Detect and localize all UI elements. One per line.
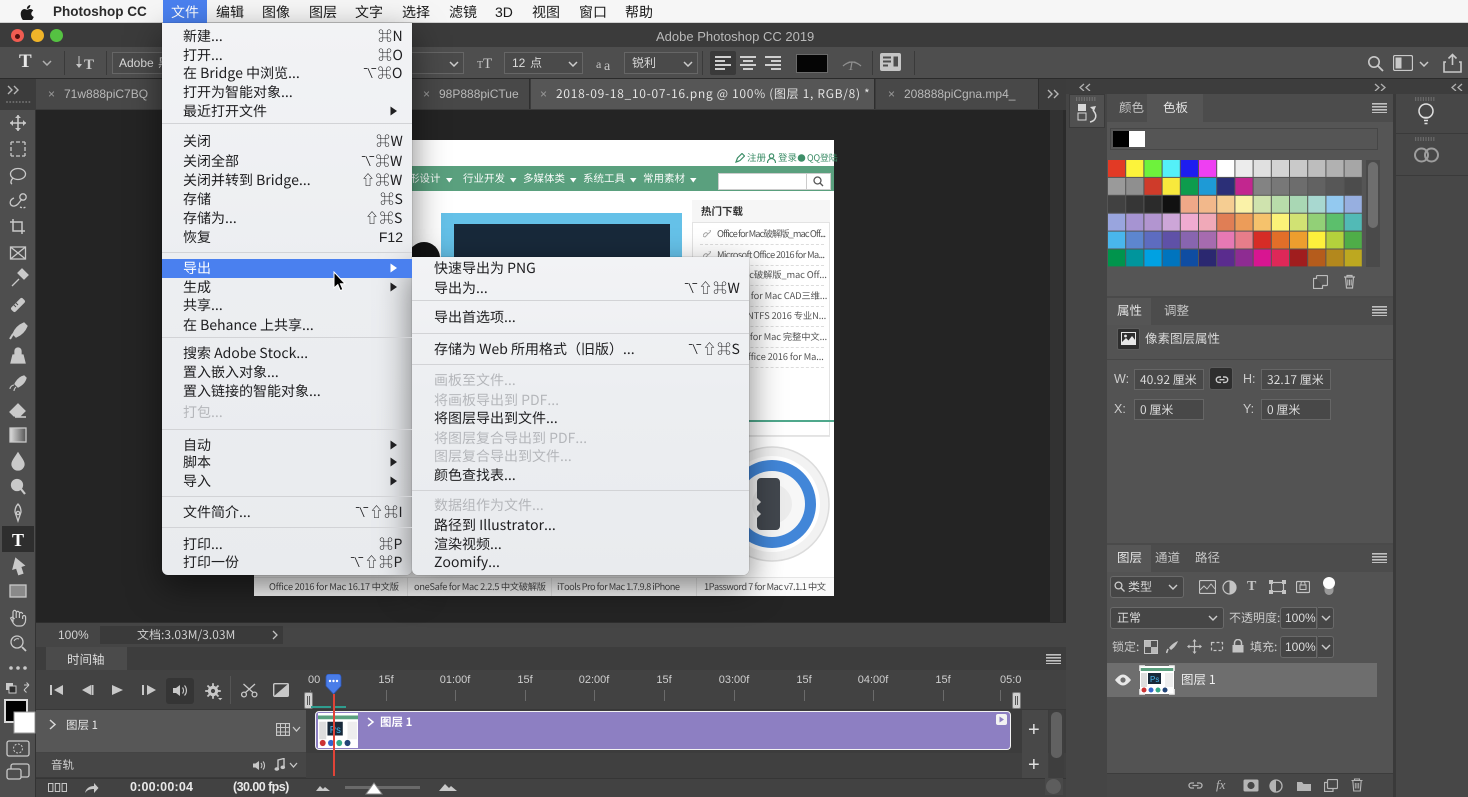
svg-text:Ps: Ps bbox=[330, 725, 341, 736]
svg-text:a: a bbox=[604, 59, 611, 71]
svg-text:a: a bbox=[596, 57, 602, 71]
svg-text:T: T bbox=[848, 58, 856, 72]
svg-text:T: T bbox=[12, 530, 24, 550]
svg-text:T: T bbox=[84, 57, 94, 73]
svg-text:T: T bbox=[483, 56, 492, 71]
